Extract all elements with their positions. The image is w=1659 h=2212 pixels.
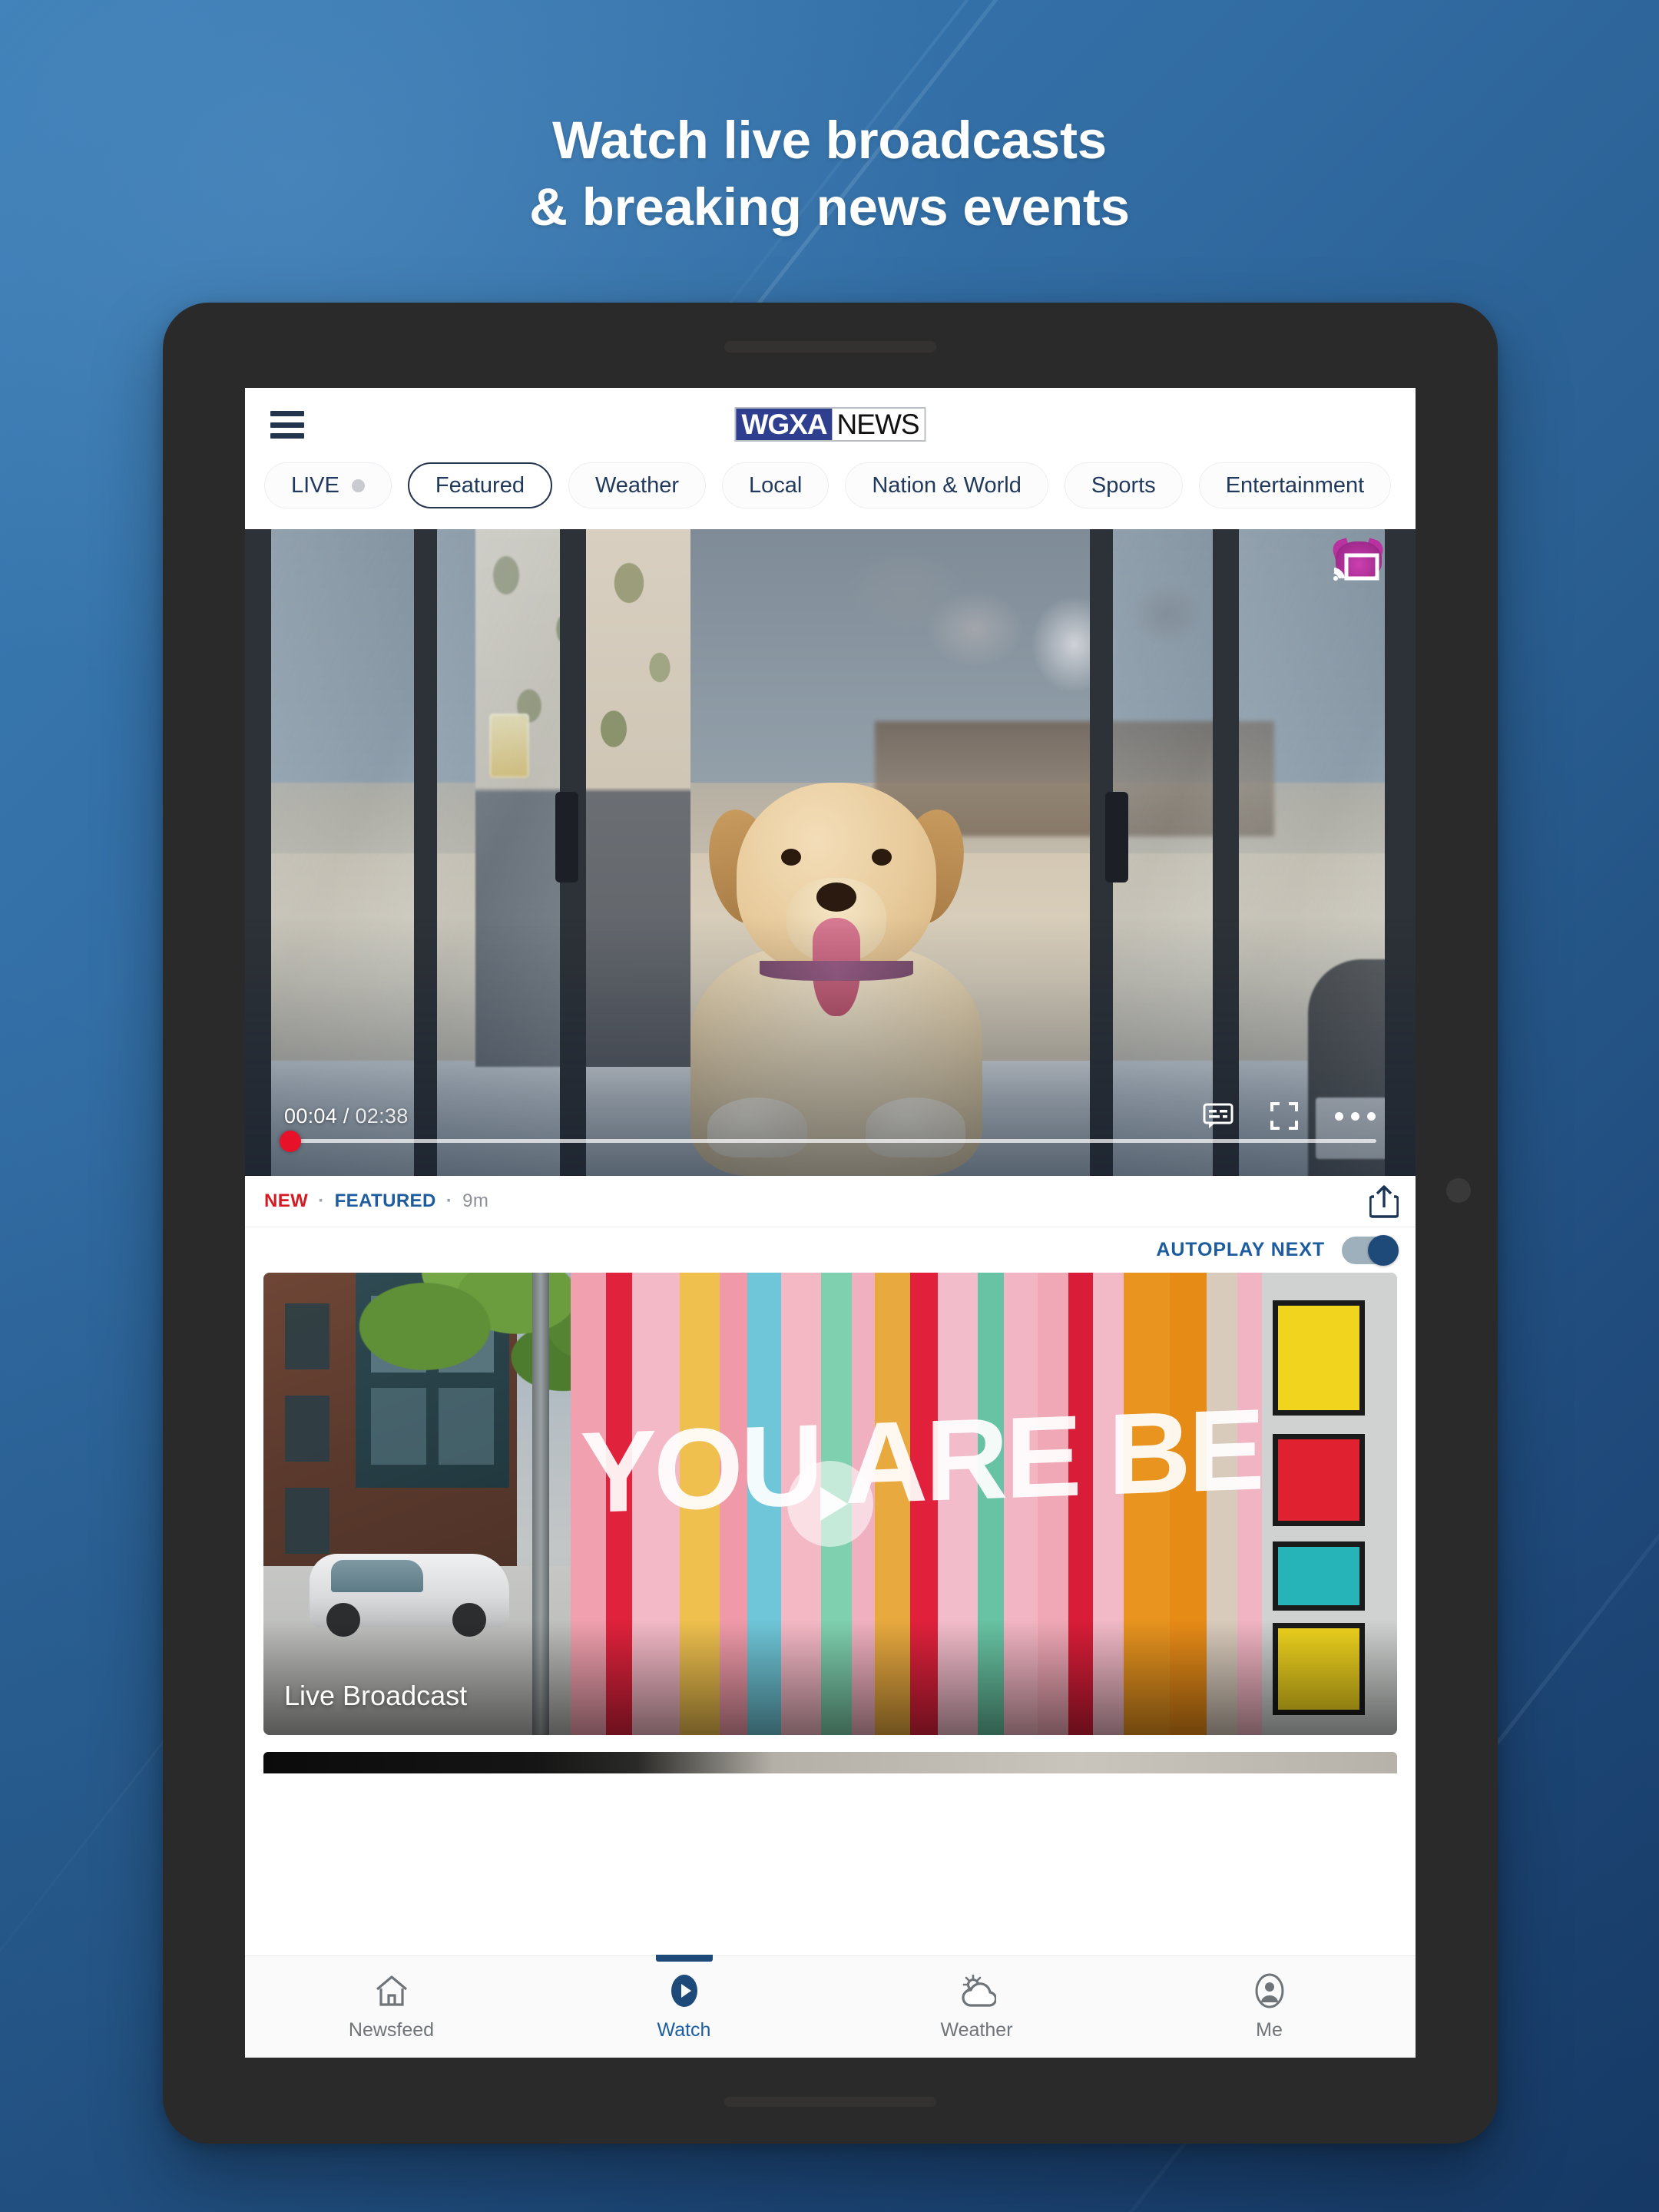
promo-headline-line1: Watch live broadcasts [552,111,1107,170]
tab-live-label: LIVE [291,472,339,498]
nav-label-weather: Weather [940,2018,1013,2041]
tab-featured[interactable]: Featured [407,462,552,508]
live-status-dot [351,478,365,492]
player-progress-bar[interactable] [284,1139,1376,1143]
tab-nation-world[interactable]: Nation & World [845,462,1048,508]
app-screen: WGXA NEWS LIVE Featured Weather Local Na… [245,388,1416,2058]
autoplay-toggle-knob [1368,1234,1399,1266]
app-header: WGXA NEWS [245,388,1416,462]
tab-sports[interactable]: Sports [1064,462,1183,508]
nav-item-me[interactable]: Me [1123,1956,1416,2058]
home-icon [374,1973,409,2012]
nav-item-newsfeed[interactable]: Newsfeed [245,1956,538,2058]
promo-headline-line2: & breaking news events [529,177,1130,237]
nav-item-watch[interactable]: Watch [538,1955,830,2058]
autoplay-toggle[interactable] [1342,1234,1399,1266]
chromecast-icon[interactable] [1330,538,1386,588]
sun-cloud-icon [958,1973,997,2012]
tab-nation-world-label: Nation & World [872,472,1022,498]
nav-label-watch: Watch [657,2018,711,2041]
play-circle-icon [667,1973,702,2012]
player-controls[interactable] [1203,1102,1376,1130]
video-player[interactable]: 00:04 / 02:38 [245,529,1416,1176]
autoplay-label: AUTOPLAY NEXT [1156,1239,1325,1260]
device-bottom-slot [724,2097,936,2107]
video-meta-row: NEW · FEATURED · 9m [245,1176,1416,1227]
promo-background: Watch live broadcasts & breaking news ev… [0,0,1659,2212]
meta-separator: · [445,1190,453,1211]
autoplay-row[interactable]: AUTOPLAY NEXT [245,1227,1416,1273]
mural-text: YOU ARE BEAUTIFUL [580,1391,1266,1531]
next-video-title: Live Broadcast [284,1680,468,1711]
more-options-icon[interactable] [1335,1111,1376,1121]
next-video-card[interactable]: YOU ARE BEAUTIFUL Live Broadcast [263,1273,1397,1735]
nav-item-weather[interactable]: Weather [830,1956,1123,2058]
share-icon[interactable] [1369,1184,1399,1218]
next-video-caption: Live Broadcast [263,1620,1397,1735]
tab-live[interactable]: LIVE [264,462,392,508]
time-separator: / [337,1104,356,1128]
tab-local-label: Local [749,472,803,498]
fullscreen-icon[interactable] [1270,1102,1298,1130]
promo-headline: Watch live broadcasts & breaking news ev… [0,108,1659,241]
account-icon [1252,1973,1287,2012]
bottom-navigation[interactable]: Newsfeed Watch Weather Me [245,1955,1416,2058]
badge-new: NEW [264,1190,309,1211]
player-timestamp: 00:04 / 02:38 [284,1104,409,1128]
next-item-peek[interactable] [263,1752,1397,1773]
video-overlay-gradient [245,529,1416,1176]
tab-entertainment[interactable]: Entertainment [1198,462,1392,508]
device-speaker [724,341,936,353]
wgxa-news-logo[interactable]: WGXA NEWS [734,407,926,442]
badge-featured: FEATURED [334,1190,436,1211]
tab-weather[interactable]: Weather [568,462,707,508]
current-time: 00:04 [284,1104,338,1128]
tablet-device-frame: WGXA NEWS LIVE Featured Weather Local Na… [163,303,1498,2144]
nav-active-indicator [655,1955,713,1962]
category-tab-bar[interactable]: LIVE Featured Weather Local Nation & Wor… [245,462,1416,529]
nav-label-me: Me [1256,2018,1283,2041]
hamburger-icon[interactable] [270,411,304,439]
video-time-ago: 9m [462,1190,489,1211]
closed-captions-icon[interactable] [1203,1103,1233,1129]
logo-suffix: NEWS [832,409,925,440]
video-meta-badges: NEW · FEATURED · 9m [264,1190,488,1212]
tab-weather-label: Weather [594,472,680,498]
player-progress-handle[interactable] [280,1131,301,1152]
tab-sports-label: Sports [1091,472,1156,498]
meta-separator: · [318,1190,325,1211]
tab-featured-label: Featured [435,472,525,498]
total-time: 02:38 [355,1104,409,1128]
nav-label-newsfeed: Newsfeed [348,2018,435,2041]
tab-local[interactable]: Local [722,462,830,508]
tab-entertainment-label: Entertainment [1225,472,1365,498]
logo-brand: WGXA [736,409,833,440]
device-camera [1446,1178,1471,1203]
play-icon[interactable] [787,1461,873,1547]
